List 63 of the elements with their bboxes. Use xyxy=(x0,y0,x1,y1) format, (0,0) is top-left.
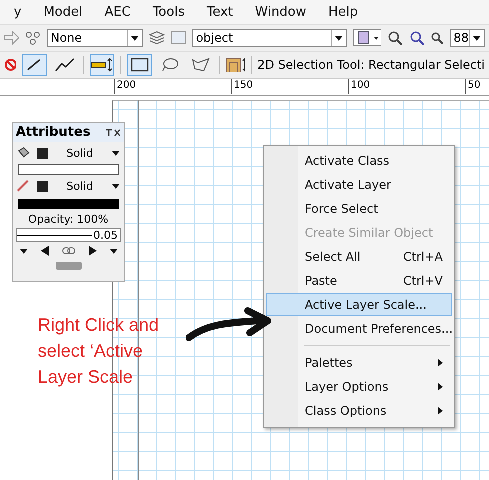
menu-item[interactable]: Model xyxy=(44,4,83,20)
frame-icon[interactable] xyxy=(226,57,245,73)
shortcut-text: Ctrl+V xyxy=(403,274,443,288)
tool-button[interactable] xyxy=(127,54,152,76)
layers-icon[interactable] xyxy=(149,31,165,45)
layer-dropdown[interactable]: object xyxy=(192,29,347,47)
menu-item[interactable]: Text xyxy=(206,4,234,20)
rectangle-icon xyxy=(130,58,149,72)
right-arrow-icon[interactable] xyxy=(88,246,96,256)
menu-item[interactable]: Select All Ctrl+A xyxy=(266,245,452,268)
color-swatch[interactable] xyxy=(37,148,48,158)
submenu-arrow-icon xyxy=(438,358,443,366)
document-icon[interactable] xyxy=(352,29,382,47)
zoom-dropdown[interactable]: 88 xyxy=(450,29,486,47)
pencil-icon[interactable] xyxy=(17,180,31,192)
polygon-icon xyxy=(192,58,210,72)
menu-item[interactable]: Layer Options xyxy=(266,375,452,398)
menu-item[interactable]: Force Select xyxy=(266,197,452,220)
caret-icon[interactable] xyxy=(20,248,28,254)
tool-help-text: 2D Selection Tool: Rectangular Selecti xyxy=(258,58,486,72)
menu-item[interactable]: Window xyxy=(255,4,307,20)
caret-icon[interactable] xyxy=(112,150,120,156)
menu-item[interactable]: Help xyxy=(328,4,358,20)
chain-link-icon[interactable] xyxy=(62,247,76,255)
paint-bucket-icon[interactable] xyxy=(17,147,31,159)
menu-item[interactable]: Class Options xyxy=(266,399,452,422)
class-icon[interactable] xyxy=(25,31,41,45)
menu-item[interactable]: Tools xyxy=(152,4,185,20)
zoom-icon[interactable] xyxy=(408,30,424,46)
polyline-icon xyxy=(54,58,75,72)
menu-item[interactable]: y xyxy=(14,4,22,20)
left-arrow-icon[interactable] xyxy=(40,246,48,256)
ruler: 200 150 100 50 xyxy=(0,78,489,96)
tool-button[interactable] xyxy=(22,54,47,76)
menu-item[interactable]: Palettes xyxy=(266,351,452,374)
search-icon[interactable] xyxy=(430,31,444,45)
menu-item[interactable]: Activate Class xyxy=(266,149,452,172)
submenu-arrow-icon xyxy=(438,406,443,414)
caret-icon[interactable] xyxy=(131,36,140,40)
color-swatch[interactable] xyxy=(37,180,48,192)
caret-icon[interactable] xyxy=(112,184,120,188)
menu-item[interactable]: AEC xyxy=(104,4,131,20)
connector-icon xyxy=(91,58,114,72)
menu-item[interactable]: Activate Layer xyxy=(266,173,452,196)
zoom-icon[interactable] xyxy=(387,30,403,46)
caret-icon[interactable] xyxy=(473,36,482,40)
opacity-label: Opacity: 100% xyxy=(27,212,110,228)
menu-item[interactable]: Document Preferences... xyxy=(266,317,452,340)
pen-style[interactable]: Solid xyxy=(54,180,106,192)
lasso-icon xyxy=(161,58,180,72)
palette-title: Attributes xyxy=(16,125,91,140)
menu-item[interactable]: Paste Ctrl+V xyxy=(266,269,452,292)
no-entry-icon[interactable] xyxy=(4,58,16,72)
tool-button[interactable] xyxy=(90,54,114,76)
caret-icon[interactable] xyxy=(110,248,118,254)
menu-item[interactable]: Active Layer Scale... xyxy=(266,293,452,316)
line-icon xyxy=(26,58,42,72)
shortcut-text: Ctrl+A xyxy=(403,250,443,264)
line-weight-field[interactable]: 0.05 xyxy=(16,228,121,242)
class-dropdown[interactable]: None xyxy=(46,29,144,47)
submenu-arrow-icon xyxy=(438,382,443,390)
caret-icon[interactable] xyxy=(334,36,343,40)
fill-style[interactable]: Solid xyxy=(54,146,106,160)
